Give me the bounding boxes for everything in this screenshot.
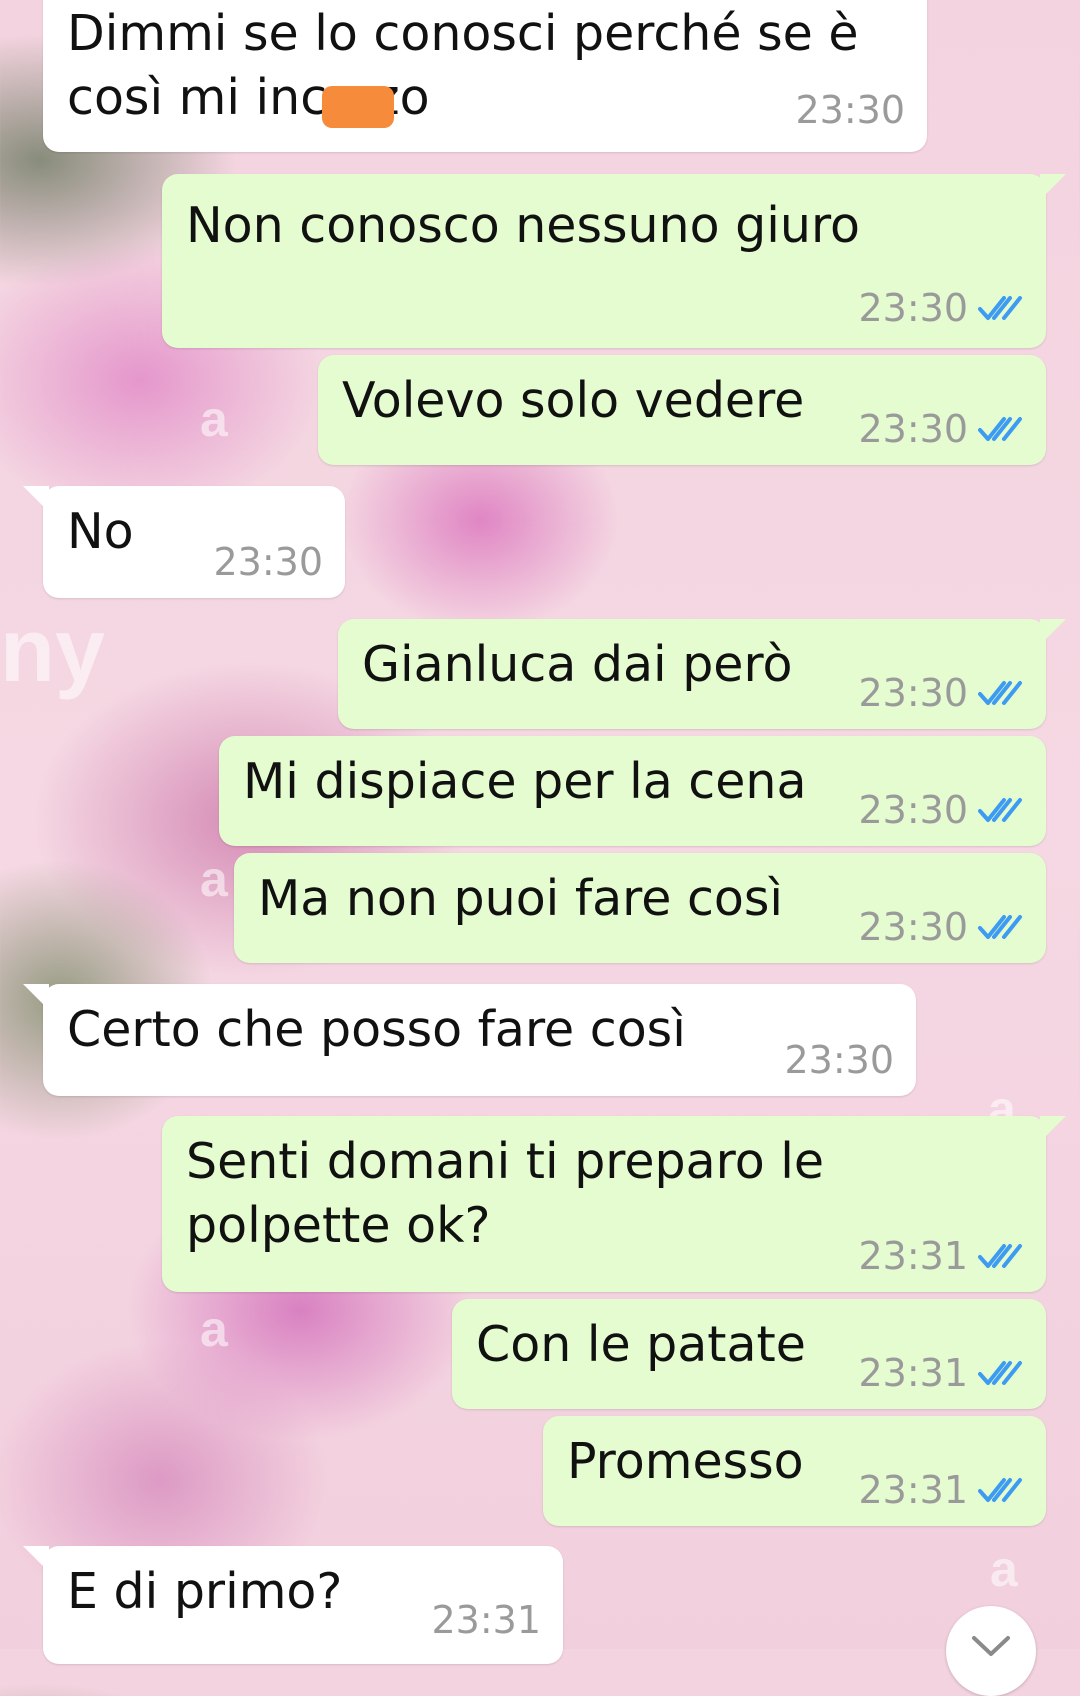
double-check-icon — [978, 417, 1022, 441]
message-meta: 23:30 — [795, 88, 905, 132]
message-text: Certo che posso fare così — [67, 1001, 686, 1058]
message-meta: 23:31 — [858, 1351, 1024, 1395]
wallpaper-watermark: ny — [0, 601, 106, 701]
message-time: 23:30 — [858, 286, 968, 330]
message-meta: 23:30 — [858, 905, 1024, 949]
message-time: 23:30 — [784, 1038, 894, 1082]
message-outgoing[interactable]: Non conosco nessuno giuro 23:30 — [162, 174, 1066, 348]
message-time: 23:30 — [795, 88, 905, 132]
message-meta: 23:31 — [858, 1234, 1024, 1278]
scroll-to-bottom-button[interactable] — [946, 1606, 1036, 1696]
message-meta: 23:30 — [858, 671, 1024, 715]
message-time: 23:31 — [858, 1468, 968, 1512]
wallpaper-watermark: a — [200, 391, 228, 447]
message-meta: 23:31 — [431, 1598, 541, 1642]
message-outgoing[interactable]: Promesso 23:31 — [543, 1416, 1046, 1526]
message-time: 23:30 — [858, 671, 968, 715]
message-incoming[interactable]: Certo che posso fare così 23:30 — [23, 984, 916, 1096]
message-text: Non conosco nessuno giuro — [186, 197, 860, 254]
message-incoming[interactable]: Dimmi se lo conosci perché se è così mi … — [43, 0, 927, 152]
message-outgoing[interactable]: Con le patate 23:31 — [452, 1299, 1046, 1409]
wallpaper-watermark: a — [200, 1301, 228, 1357]
double-check-icon — [978, 798, 1022, 822]
message-time: 23:30 — [213, 540, 323, 584]
message-time: 23:30 — [858, 905, 968, 949]
message-time: 23:30 — [858, 788, 968, 832]
chevron-down-icon — [972, 1636, 1010, 1656]
message-meta: 23:30 — [784, 1038, 894, 1082]
message-incoming[interactable]: E di primo? 23:31 — [23, 1546, 563, 1664]
message-incoming[interactable]: No 23:30 — [23, 486, 345, 598]
message-outgoing[interactable]: Senti domani ti preparo le polpette ok? … — [162, 1116, 1066, 1292]
redaction-mark — [322, 86, 394, 128]
wallpaper-watermark: a — [200, 851, 228, 907]
message-outgoing[interactable]: Ma non puoi fare così 23:30 — [234, 853, 1046, 963]
message-outgoing[interactable]: Volevo solo vedere 23:30 — [318, 355, 1046, 465]
message-time: 23:31 — [858, 1351, 968, 1395]
message-meta: 23:30 — [858, 788, 1024, 832]
message-meta: 23:30 — [858, 407, 1024, 451]
wallpaper-watermark: a — [990, 1541, 1018, 1597]
message-time: 23:31 — [431, 1598, 541, 1642]
message-text: Dimmi se lo conosci perché se è così mi … — [67, 5, 859, 126]
message-meta: 23:31 — [858, 1468, 1024, 1512]
double-check-icon — [978, 1478, 1022, 1502]
message-meta: 23:30 — [858, 286, 1024, 330]
double-check-icon — [978, 681, 1022, 705]
double-check-icon — [978, 296, 1022, 320]
double-check-icon — [978, 1361, 1022, 1385]
message-meta: 23:30 — [213, 540, 323, 584]
double-check-icon — [978, 1244, 1022, 1268]
double-check-icon — [978, 915, 1022, 939]
message-time: 23:31 — [858, 1234, 968, 1278]
message-outgoing[interactable]: Gianluca dai però 23:30 — [338, 619, 1066, 729]
message-outgoing[interactable]: Mi dispiace per la cena 23:30 — [219, 736, 1046, 846]
message-time: 23:30 — [858, 407, 968, 451]
